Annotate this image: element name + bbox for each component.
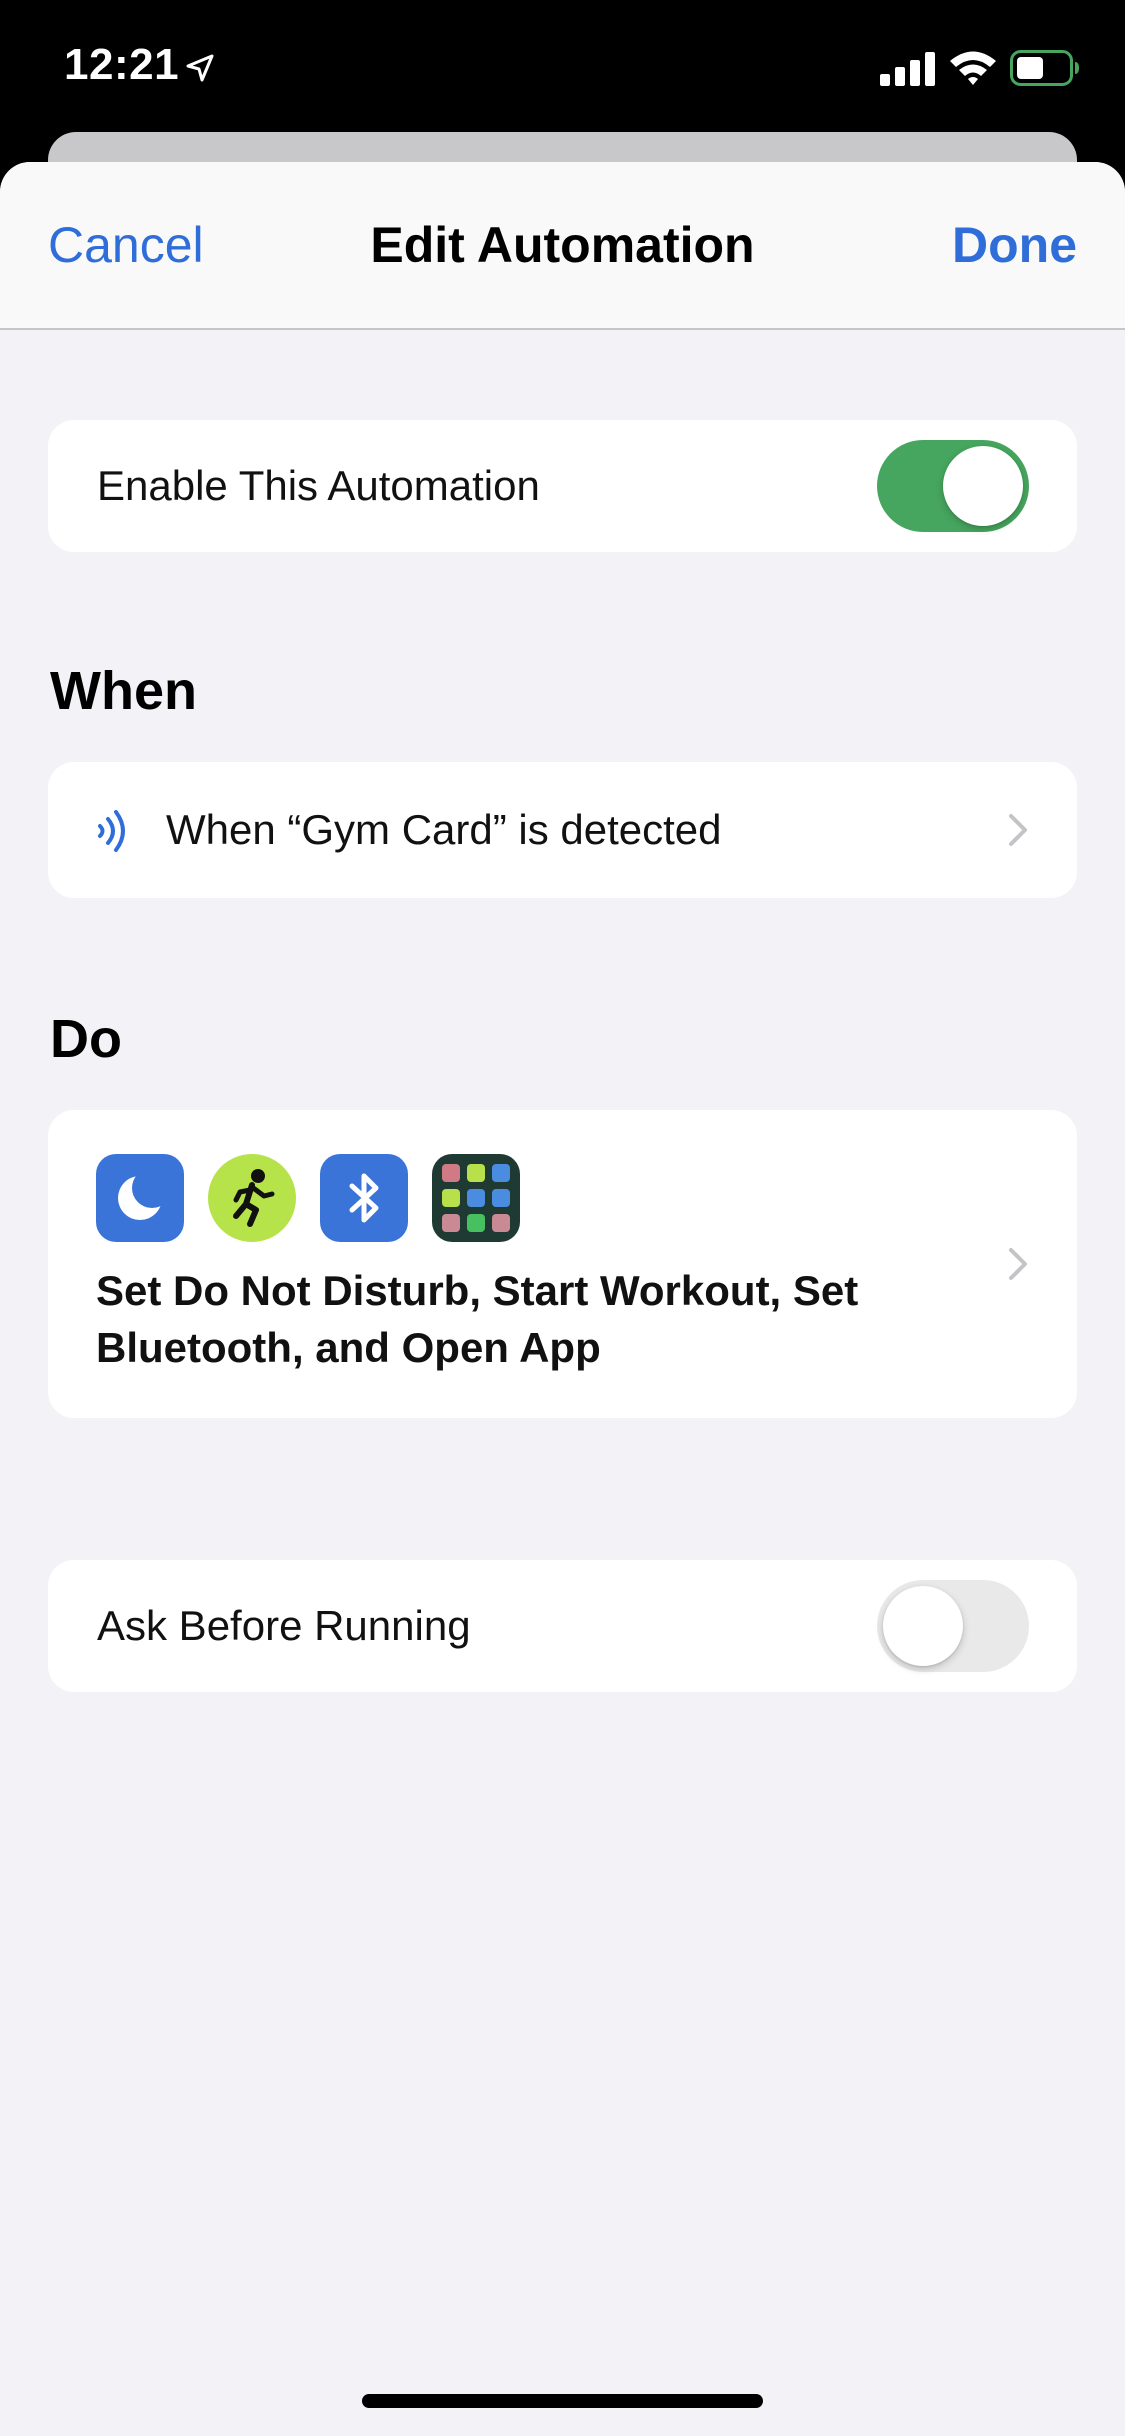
action-icons — [96, 1154, 520, 1242]
when-trigger-row[interactable]: When “Gym Card” is detected — [48, 762, 1077, 898]
ask-before-running-toggle[interactable] — [877, 1580, 1029, 1672]
app-grid-icon — [432, 1154, 520, 1242]
chevron-right-icon — [1009, 814, 1027, 846]
done-button[interactable]: Done — [952, 216, 1077, 274]
home-indicator[interactable] — [362, 2394, 763, 2408]
wifi-icon — [950, 51, 996, 85]
chevron-right-icon — [1009, 1248, 1027, 1280]
bluetooth-icon — [320, 1154, 408, 1242]
battery-icon — [1010, 50, 1079, 86]
navigation-bar: Cancel Edit Automation Done — [0, 162, 1125, 330]
when-section-header: When — [50, 661, 197, 721]
enable-automation-label: Enable This Automation — [97, 462, 540, 509]
ask-before-running-row: Ask Before Running — [48, 1560, 1077, 1692]
cellular-signal-icon — [880, 52, 935, 86]
enable-automation-row: Enable This Automation — [48, 420, 1077, 552]
do-section-header: Do — [50, 1009, 122, 1069]
status-bar: 12:21 — [0, 0, 1125, 130]
location-arrow-icon — [186, 54, 214, 82]
moon-icon — [96, 1154, 184, 1242]
toggle-knob — [883, 1586, 963, 1666]
running-figure-icon — [208, 1154, 296, 1242]
edit-automation-sheet: Cancel Edit Automation Done Enable This … — [0, 162, 1125, 2436]
ask-before-running-label: Ask Before Running — [97, 1602, 471, 1649]
toggle-knob — [943, 446, 1023, 526]
nfc-icon — [98, 810, 125, 852]
status-time: 12:21 — [64, 40, 180, 89]
when-trigger-label: When “Gym Card” is detected — [166, 806, 722, 853]
do-actions-row[interactable]: Set Do Not Disturb, Start Workout, Set B… — [48, 1110, 1077, 1418]
do-actions-label: Set Do Not Disturb, Start Workout, Set B… — [96, 1267, 859, 1371]
enable-automation-toggle[interactable] — [877, 440, 1029, 532]
